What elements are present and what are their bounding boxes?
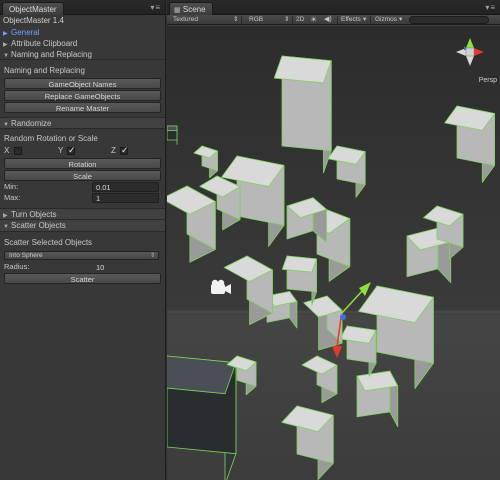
axis-y-label: Y	[58, 146, 64, 155]
fold-turn-objects[interactable]: ▶ Turn Objects	[0, 208, 165, 220]
dropdown-arrow-icon: ⇕	[149, 253, 155, 259]
tab-object-master[interactable]: ObjectMaster	[2, 2, 64, 15]
sun-icon[interactable]: ☀	[310, 15, 317, 25]
fold-naming-and-replacing[interactable]: ▼ Naming and Replacing	[0, 49, 165, 60]
panel-menu-icon[interactable]: ▾≡	[150, 3, 161, 12]
fold-label: Randomize	[11, 119, 52, 128]
scene-search-input[interactable]	[409, 16, 489, 24]
max-label: Max:	[4, 193, 21, 202]
rotation-button[interactable]: Rotation	[4, 158, 161, 169]
toolbar-separator	[241, 16, 242, 24]
app-title: ObjectMaster 1.4	[3, 16, 64, 25]
toolbar-separator	[292, 16, 293, 24]
fold-attribute-clipboard[interactable]: ▶ Attribute Clipboard	[0, 38, 165, 49]
fold-label: Turn Objects	[11, 210, 57, 219]
axis-z-label: Z	[111, 146, 116, 155]
fold-label: Naming and Replacing	[11, 50, 92, 59]
mode-2d-toggle[interactable]: 2D	[296, 15, 304, 25]
radius-field-row: Radius: 10	[0, 262, 165, 272]
projection-label: Persp	[478, 77, 497, 84]
fold-label: Scatter Objects	[11, 221, 66, 230]
scene-menu-icon[interactable]: ▾≡	[485, 3, 496, 12]
triangle-down-icon: ▼	[3, 224, 9, 230]
radius-input[interactable]: 10	[92, 262, 159, 272]
gizmos-dropdown[interactable]: Gizmos	[375, 15, 397, 25]
scene-tab-label: Scene	[182, 5, 206, 14]
dropdown-arrow-icon: ▾	[363, 16, 367, 23]
naming-section-header: Naming and Replacing	[4, 66, 85, 75]
speaker-icon[interactable]: ◀)	[324, 15, 332, 25]
radius-label: Radius:	[4, 262, 30, 271]
scene-view: ▦ Scene ▾≡ Textured ⇕ RGB ⇕ 2D ☀ ◀) Effe…	[167, 0, 500, 480]
scene-viewport[interactable]	[167, 26, 500, 480]
color-mode-dropdown[interactable]: RGB	[249, 15, 263, 25]
scene-toolbar: Textured ⇕ RGB ⇕ 2D ☀ ◀) Effects ▾ Gizmo…	[167, 15, 500, 25]
scatter-section-header: Scatter Selected Objects	[4, 238, 93, 247]
min-field-row: Min: 0.01	[0, 182, 165, 192]
axis-x-label: X	[4, 146, 10, 155]
scale-button[interactable]: Scale	[4, 170, 161, 181]
dropdown-arrow-icon: ⇕	[284, 16, 290, 23]
triangle-down-icon: ▼	[3, 53, 9, 59]
scene-tab-bar: ▦ Scene ▾≡	[167, 0, 500, 15]
fold-label: Attribute Clipboard	[11, 39, 78, 48]
axis-z-checkbox[interactable]	[120, 145, 129, 156]
random-rotation-header: Random Rotation or Scale	[4, 134, 98, 143]
scatter-mode-value: Into Sphere	[9, 252, 43, 259]
effects-dropdown[interactable]: Effects	[341, 15, 361, 25]
fold-general[interactable]: ▶ General	[0, 27, 165, 38]
scene-tab-icon: ▦	[174, 7, 181, 14]
max-input[interactable]: 1	[92, 193, 159, 203]
dropdown-arrow-icon: ▾	[399, 16, 403, 23]
fold-randomize[interactable]: ▼ Randomize	[0, 117, 165, 129]
replace-gameobjects-button[interactable]: Replace GameObjects	[4, 90, 161, 101]
min-input[interactable]: 0.01	[92, 182, 159, 192]
fold-label: General	[11, 28, 40, 37]
axis-checkbox-row: X Y Z	[0, 145, 165, 156]
gameobject-names-button[interactable]: GameObject Names	[4, 78, 161, 89]
toolbar-separator	[370, 16, 371, 24]
object-master-panel: ObjectMaster ▾≡ ObjectMaster 1.4 ▶ Genera…	[0, 0, 166, 480]
min-label: Min:	[4, 182, 19, 191]
axis-y-checkbox[interactable]	[67, 145, 76, 156]
scatter-button[interactable]: Scatter	[4, 273, 161, 284]
max-field-row: Max: 1	[0, 193, 165, 203]
render-mode-dropdown[interactable]: Textured	[173, 15, 198, 25]
panel-tab-bar: ObjectMaster ▾≡	[0, 0, 165, 15]
dropdown-arrow-icon: ⇕	[233, 16, 239, 23]
fold-scatter-objects[interactable]: ▼ Scatter Objects	[0, 220, 165, 232]
tab-scene[interactable]: ▦ Scene	[169, 2, 213, 15]
scatter-mode-dropdown[interactable]: Into Sphere ⇕	[4, 251, 159, 260]
rename-master-button[interactable]: Rename Master	[4, 102, 161, 113]
axis-x-checkbox[interactable]	[14, 147, 22, 155]
triangle-down-icon: ▼	[3, 122, 9, 128]
toolbar-separator	[337, 16, 338, 24]
